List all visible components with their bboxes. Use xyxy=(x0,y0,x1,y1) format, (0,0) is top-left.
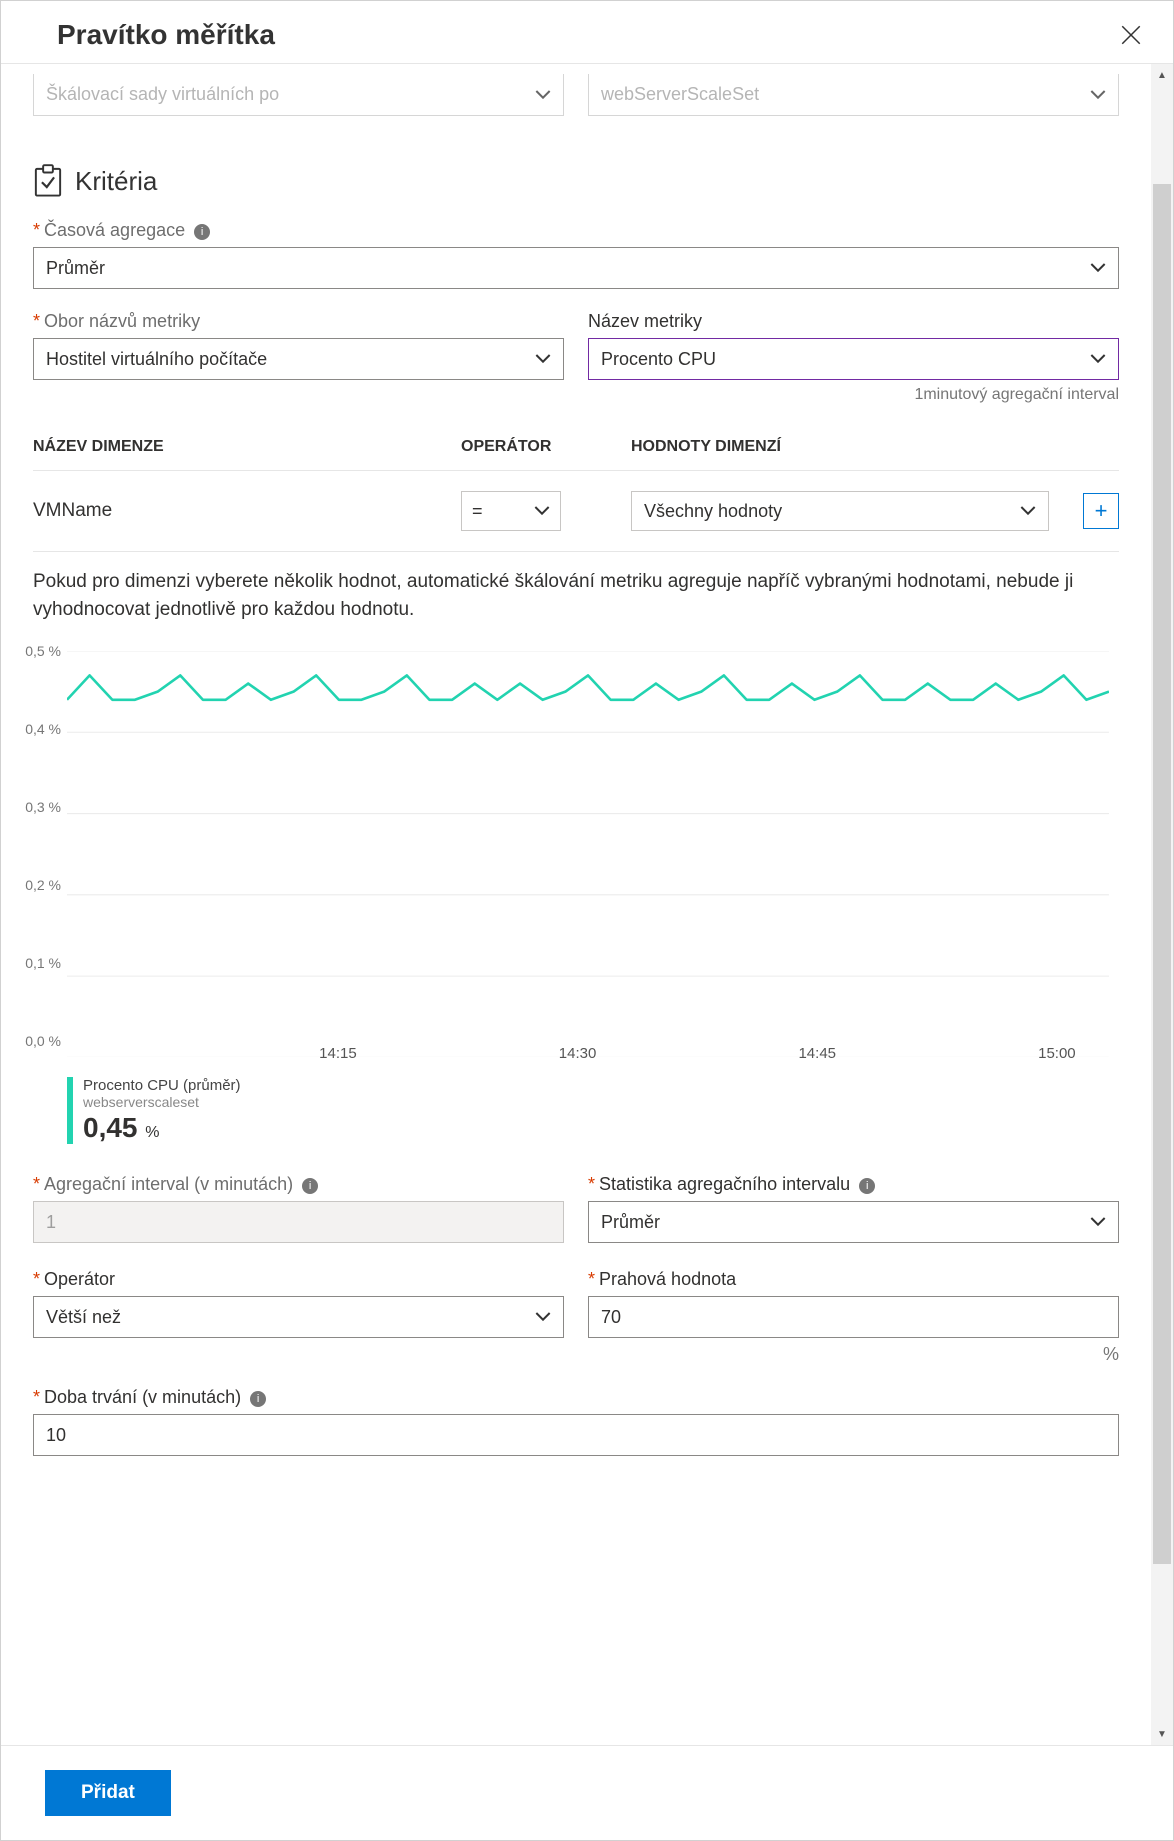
dimension-value-dropdown[interactable]: Všechny hodnoty xyxy=(631,491,1049,531)
stat-label: *Statistika agregačního intervalu i xyxy=(588,1174,1119,1195)
chart: 14:1514:3014:4515:00 0,0 %0,1 %0,2 %0,3 … xyxy=(33,651,1119,1144)
criteria-section-head: Kritéria xyxy=(33,164,1119,198)
chart-x-tick: 14:30 xyxy=(559,1045,597,1062)
metric-dropdown[interactable]: Procento CPU xyxy=(588,338,1119,380)
namespace-value: Hostitel virtuálního počítače xyxy=(46,349,267,370)
legend-text: Procento CPU (průměr) webserverscaleset … xyxy=(83,1077,241,1144)
clipboard-check-icon xyxy=(33,164,63,198)
scale-set-type-value: Škálovací sady virtuálních po xyxy=(46,84,279,105)
legend-series-name: Procento CPU (průměr) xyxy=(83,1077,241,1094)
dimension-value: Všechny hodnoty xyxy=(644,501,782,522)
dimension-row: VMName = Všechny hodnoty + xyxy=(33,471,1119,552)
blade-root: Pravítko měřítka Škálovací sady virtuáln… xyxy=(0,0,1174,1841)
stat-dropdown[interactable]: Průměr xyxy=(588,1201,1119,1243)
agg-interval-label: *Agregační interval (v minutách) i xyxy=(33,1174,564,1195)
required-star: * xyxy=(588,1269,595,1289)
legend-color-bar xyxy=(67,1077,73,1144)
chart-y-tick: 0,2 % xyxy=(25,877,61,893)
scrollbar[interactable]: ▲ ▼ xyxy=(1151,64,1173,1745)
namespace-dropdown[interactable]: Hostitel virtuálního počítače xyxy=(33,338,564,380)
dimension-headers: NÁZEV DIMENZE OPERÁTOR HODNOTY DIMENZÍ xyxy=(33,438,1119,471)
chevron-down-icon xyxy=(1090,1214,1106,1230)
scale-set-type-dropdown[interactable]: Škálovací sady virtuálních po xyxy=(33,74,564,116)
blade-title: Pravítko měřítka xyxy=(57,19,275,51)
chart-x-tick: 15:00 xyxy=(1038,1045,1076,1062)
chevron-down-icon xyxy=(535,1309,551,1325)
chart-plot-area: 14:1514:3014:4515:00 0,0 %0,1 %0,2 %0,3 … xyxy=(67,651,1109,1041)
info-icon[interactable]: i xyxy=(250,1391,266,1407)
add-button[interactable]: Přidat xyxy=(45,1770,171,1816)
chevron-down-icon xyxy=(1090,260,1106,276)
duration-label: *Doba trvání (v minutách) i xyxy=(33,1387,1119,1408)
legend-resource-name: webserverscaleset xyxy=(83,1094,241,1110)
chart-y-tick: 0,3 % xyxy=(25,799,61,815)
chevron-down-icon xyxy=(535,87,551,103)
required-star: * xyxy=(33,1269,40,1289)
close-button[interactable] xyxy=(1117,21,1145,49)
operator-value: Větší než xyxy=(46,1307,121,1328)
dimension-operator-dropdown[interactable]: = xyxy=(461,491,561,531)
chart-y-tick: 0,0 % xyxy=(25,1033,61,1049)
time-agg-value: Průměr xyxy=(46,258,105,279)
metric-value: Procento CPU xyxy=(601,349,716,370)
blade-header: Pravítko měřítka xyxy=(1,1,1173,64)
chevron-down-icon xyxy=(534,503,550,519)
scroll-thumb[interactable] xyxy=(1153,184,1171,1564)
operator-label: *Operátor xyxy=(33,1269,564,1290)
dim-header-values: HODNOTY DIMENZÍ xyxy=(631,438,1049,456)
threshold-input[interactable]: 70 xyxy=(588,1296,1119,1338)
info-icon[interactable]: i xyxy=(859,1178,875,1194)
criteria-section-title: Kritéria xyxy=(75,166,157,197)
close-icon xyxy=(1121,25,1141,45)
resource-value: webServerScaleSet xyxy=(601,84,759,105)
chart-y-tick: 0,4 % xyxy=(25,721,61,737)
time-agg-dropdown[interactable]: Průměr xyxy=(33,247,1119,289)
info-icon[interactable]: i xyxy=(194,224,210,240)
dimension-operator-value: = xyxy=(472,501,483,522)
chart-legend: Procento CPU (průměr) webserverscaleset … xyxy=(67,1077,1119,1144)
resource-dropdown[interactable]: webServerScaleSet xyxy=(588,74,1119,116)
interval-hint: 1minutový agregační interval xyxy=(588,386,1119,404)
agg-interval-input: 1 xyxy=(33,1201,564,1243)
dim-header-name: NÁZEV DIMENZE xyxy=(33,438,451,456)
required-star: * xyxy=(33,311,40,331)
duration-input[interactable]: 10 xyxy=(33,1414,1119,1456)
dimension-note: Pokud pro dimenzi vyberete několik hodno… xyxy=(33,568,1119,623)
info-icon[interactable]: i xyxy=(302,1178,318,1194)
threshold-unit: % xyxy=(588,1344,1119,1365)
scroll-container: Škálovací sady virtuálních po webServerS… xyxy=(1,64,1173,1745)
chevron-down-icon xyxy=(1090,87,1106,103)
operator-dropdown[interactable]: Větší než xyxy=(33,1296,564,1338)
required-star: * xyxy=(33,1174,40,1194)
dimension-name: VMName xyxy=(33,500,451,522)
chevron-down-icon xyxy=(535,351,551,367)
chart-y-tick: 0,5 % xyxy=(25,643,61,659)
required-star: * xyxy=(33,1387,40,1407)
top-selects-row: Škálovací sady virtuálních po webServerS… xyxy=(33,74,1119,116)
content: Škálovací sady virtuálních po webServerS… xyxy=(1,64,1151,1745)
scroll-down-arrow[interactable]: ▼ xyxy=(1151,1723,1173,1745)
footer: Přidat xyxy=(1,1745,1173,1840)
threshold-label: *Prahová hodnota xyxy=(588,1269,1119,1290)
time-agg-label: *Časová agregace i xyxy=(33,220,1119,241)
required-star: * xyxy=(588,1174,595,1194)
namespace-label: *Obor názvů metriky xyxy=(33,311,564,332)
chevron-down-icon xyxy=(1020,503,1036,519)
chart-y-tick: 0,1 % xyxy=(25,955,61,971)
plus-icon: + xyxy=(1095,498,1108,524)
chart-x-labels: 14:15 14:30 14:45 15:00 xyxy=(67,1045,1109,1065)
metric-label: Název metriky xyxy=(588,311,1119,332)
dim-header-operator: OPERÁTOR xyxy=(461,438,621,456)
add-dimension-button[interactable]: + xyxy=(1083,493,1119,529)
scroll-up-arrow[interactable]: ▲ xyxy=(1151,64,1173,86)
chevron-down-icon xyxy=(1090,351,1106,367)
required-star: * xyxy=(33,220,40,240)
stat-value: Průměr xyxy=(601,1212,660,1233)
chart-line-svg xyxy=(67,651,1109,1057)
legend-value: 0,45 % xyxy=(83,1112,241,1144)
chart-x-tick: 14:15 xyxy=(319,1045,357,1062)
chart-x-tick: 14:45 xyxy=(798,1045,836,1062)
